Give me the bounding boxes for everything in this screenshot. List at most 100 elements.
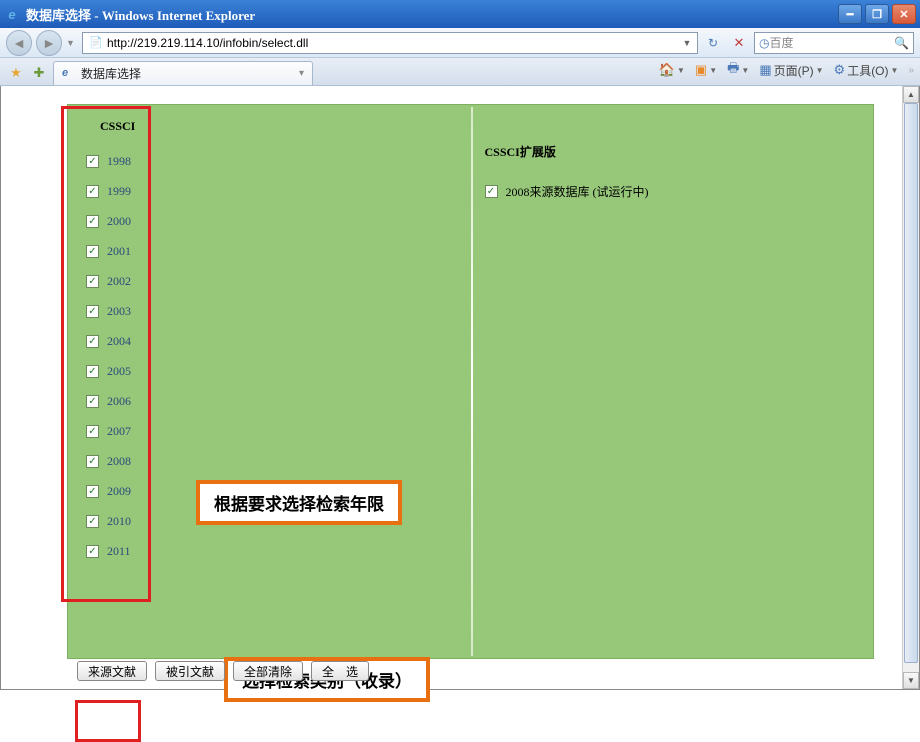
tab-bar: ★ ✚ e 数据库选择 ▾ 🏠▼ ▣▼ 🖶▼ ▦页面(P)▼ ⚙工具(O)▼ » — [0, 58, 920, 86]
feeds-button[interactable]: ▣▼ — [695, 62, 717, 78]
forward-button[interactable]: ► — [36, 30, 62, 56]
year-checkbox-2000[interactable]: ✓ — [86, 215, 99, 228]
year-item-2008: ✓2008 — [86, 446, 471, 476]
year-label-2003: 2003 — [107, 304, 131, 319]
search-icon[interactable]: 🔍 — [894, 36, 909, 50]
year-checkbox-1998[interactable]: ✓ — [86, 155, 99, 168]
ext-db-checkbox[interactable]: ✓ — [485, 185, 498, 198]
back-button[interactable]: ◄ — [6, 30, 32, 56]
year-checkbox-2004[interactable]: ✓ — [86, 335, 99, 348]
address-bar[interactable]: 📄 http://219.219.114.10/infobin/select.d… — [82, 32, 698, 54]
page-menu[interactable]: ▦页面(P)▼ — [759, 62, 823, 79]
page-icon: 📄 — [88, 35, 104, 51]
tab-title: 数据库选择 — [81, 65, 290, 82]
home-icon: 🏠 — [659, 62, 675, 78]
print-icon: 🖶 — [727, 59, 739, 81]
year-item-2006: ✓ 2006 — [86, 386, 471, 416]
search-placeholder: 百度 — [769, 34, 894, 51]
page-menu-icon: ▦ — [759, 62, 771, 78]
annotation-callout-years: 根据要求选择检索年限 — [196, 480, 402, 525]
page-menu-label: 页面(P) — [774, 62, 814, 79]
year-checkbox-2010[interactable]: ✓ — [86, 515, 99, 528]
year-label-2004: 2004 — [107, 334, 131, 349]
tab-dropdown-icon[interactable]: ▾ — [299, 68, 304, 79]
annotation-box-button — [75, 700, 141, 742]
year-item-2004: ✓ 2004 — [86, 326, 471, 356]
year-item-1999: ✓ 1999 — [86, 176, 471, 206]
refresh-button[interactable]: ↻ — [702, 32, 724, 54]
vertical-scrollbar[interactable]: ▲ ▼ — [902, 86, 919, 689]
navigation-bar: ◄ ► ▼ 📄 http://219.219.114.10/infobin/se… — [0, 28, 920, 58]
clear-all-button[interactable]: 全部清除 — [233, 661, 303, 681]
ext-db-item: ✓ 2008来源数据库 (试运行中) — [485, 176, 874, 206]
year-item-2005: ✓ 2005 — [86, 356, 471, 386]
year-checkbox-2003[interactable]: ✓ — [86, 305, 99, 318]
favorites-icon[interactable]: ★ — [6, 64, 26, 82]
scroll-thumb[interactable] — [904, 103, 918, 663]
cited-docs-button[interactable]: 被引文献 — [155, 661, 225, 681]
search-box[interactable]: ◷ 百度 🔍 — [754, 32, 914, 54]
year-checkbox-2005[interactable]: ✓ — [86, 365, 99, 378]
select-all-button[interactable]: 全 选 — [311, 661, 369, 681]
maximize-button[interactable]: ❐ — [865, 4, 889, 24]
year-checkbox-2001[interactable]: ✓ — [86, 245, 99, 258]
window-controls: ━ ❐ ✕ — [838, 4, 916, 24]
action-button-row: 来源文献 被引文献 全部清除 全 选 — [77, 661, 369, 681]
year-checkbox-2008[interactable]: ✓ — [86, 455, 99, 468]
year-label-2007: 2007 — [107, 424, 131, 439]
database-panel: CSSCI ✓1998✓1999✓2000✓2001✓2002✓2003✓200… — [67, 104, 874, 659]
scroll-down-button[interactable]: ▼ — [903, 672, 919, 689]
home-button[interactable]: 🏠▼ — [659, 62, 685, 78]
favorites-strip: ★ ✚ — [6, 64, 49, 85]
print-button[interactable]: 🖶▼ — [727, 59, 749, 81]
year-label-2010: 2010 — [107, 514, 131, 529]
year-label-2000: 2000 — [107, 214, 131, 229]
gear-icon: ⚙ — [834, 62, 846, 78]
ext-db-label: 2008来源数据库 (试运行中) — [506, 183, 649, 200]
tools-menu[interactable]: ⚙工具(O)▼ — [834, 62, 899, 79]
source-docs-button[interactable]: 来源文献 — [77, 661, 147, 681]
year-label-2006: 2006 — [107, 394, 131, 409]
year-item-2003: ✓ 2003 — [86, 296, 471, 326]
year-label-2011: 2011 — [107, 544, 131, 559]
tab-page-icon: e — [62, 67, 76, 81]
rss-icon: ▣ — [695, 62, 707, 78]
year-item-2007: ✓ 2007 — [86, 416, 471, 446]
scroll-up-button[interactable]: ▲ — [903, 86, 919, 103]
command-bar: 🏠▼ ▣▼ 🖶▼ ▦页面(P)▼ ⚙工具(O)▼ » — [659, 59, 914, 85]
year-label-2002: 2002 — [107, 274, 131, 289]
search-provider-icon: ◷ — [759, 36, 769, 50]
tools-menu-label: 工具(O) — [847, 62, 888, 79]
cssci-heading: CSSCI — [100, 119, 471, 134]
window-titlebar: e 数据库选择 - Windows Internet Explorer ━ ❐ … — [0, 0, 920, 28]
year-checkbox-2002[interactable]: ✓ — [86, 275, 99, 288]
window-title: 数据库选择 - Windows Internet Explorer — [26, 5, 838, 24]
ie-icon: e — [4, 6, 20, 22]
year-checkbox-2006[interactable]: ✓ — [86, 395, 99, 408]
year-label-2005: 2005 — [107, 364, 131, 379]
minimize-button[interactable]: ━ — [838, 4, 862, 24]
add-favorite-icon[interactable]: ✚ — [29, 64, 49, 82]
year-item-2001: ✓ 2001 — [86, 236, 471, 266]
year-checkbox-2009[interactable]: ✓ — [86, 485, 99, 498]
year-item-2011: ✓ 2011 — [86, 536, 471, 566]
url-dropdown-icon[interactable]: ▼ — [679, 38, 695, 48]
year-label-2001: 2001 — [107, 244, 131, 259]
year-item-2002: ✓ 2002 — [86, 266, 471, 296]
year-checkbox-2011[interactable]: ✓ — [86, 545, 99, 558]
year-label-2009: 2009 — [107, 484, 131, 499]
year-checkbox-1999[interactable]: ✓ — [86, 185, 99, 198]
year-item-1998: ✓ 1998 — [86, 146, 471, 176]
cssci-ext-heading: CSSCI扩展版 — [485, 143, 874, 160]
year-label-1998: 1998 — [107, 154, 131, 169]
stop-button[interactable]: ✕ — [728, 32, 750, 54]
browser-tab[interactable]: e 数据库选择 ▾ — [53, 61, 313, 85]
right-column: CSSCI扩展版 ✓ 2008来源数据库 (试运行中) — [471, 105, 874, 206]
close-button[interactable]: ✕ — [892, 4, 916, 24]
nav-dropdown-icon[interactable]: ▼ — [66, 38, 78, 48]
content-area: ▲ ▼ CSSCI ✓ 1998 ✓ 1999 ✓ 2000 ✓ 2001 ✓ 2002 ✓ 2003… — [0, 86, 920, 690]
url-text: http://219.219.114.10/infobin/select.dll — [107, 36, 679, 50]
year-label-1999: 1999 — [107, 184, 131, 199]
year-checkbox-2007[interactable]: ✓ — [86, 425, 99, 438]
year-item-2000: ✓ 2000 — [86, 206, 471, 236]
